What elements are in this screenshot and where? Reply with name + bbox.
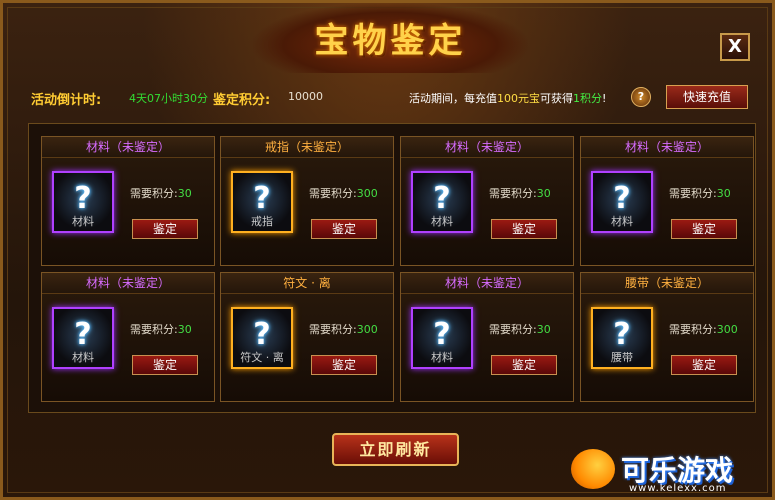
item-card: 材料（未鉴定）? 材料 需要积分:30 鉴定 (580, 136, 754, 266)
title-plate: 宝物鉴定 (253, 3, 528, 73)
required-points-label: 需要积分: (489, 323, 537, 336)
item-card: 材料（未鉴定）? 材料 需要积分:30 鉴定 (400, 136, 574, 266)
appraise-button[interactable]: 鉴定 (671, 219, 737, 239)
required-points-value: 30 (716, 187, 731, 200)
item-slot-name: 腰带 (611, 351, 633, 364)
appraise-button[interactable]: 鉴定 (311, 219, 377, 239)
required-points-value: 300 (356, 187, 378, 200)
unknown-item-icon: ? (433, 181, 451, 216)
unknown-item-icon: ? (253, 317, 271, 352)
required-points: 需要积分:30 (489, 185, 551, 201)
close-button[interactable]: X (720, 33, 750, 61)
required-points-label: 需要积分: (130, 187, 178, 200)
item-slot-name: 戒指 (251, 215, 273, 228)
item-title: 戒指（未鉴定） (221, 137, 393, 158)
item-card: 戒指（未鉴定）? 戒指 需要积分:300 鉴定 (220, 136, 394, 266)
countdown-label: 活动倒计时: (31, 93, 102, 108)
notice-points: 1积分 (573, 92, 602, 105)
item-slot[interactable]: ? 材料 (52, 307, 114, 369)
item-card: 材料（未鉴定）? 材料 需要积分:30 鉴定 (41, 136, 215, 266)
quick-recharge-button[interactable]: 快速充值 (666, 85, 748, 109)
required-points-label: 需要积分: (489, 187, 537, 200)
item-slot[interactable]: ? 戒指 (231, 171, 293, 233)
item-card: 材料（未鉴定）? 材料 需要积分:30 鉴定 (41, 272, 215, 402)
required-points-label: 需要积分: (669, 323, 717, 336)
required-points-label: 需要积分: (669, 187, 717, 200)
appraisal-window: 宝物鉴定 X 活动倒计时: 4天07小时30分 鉴定积分: 10000 活动期间… (0, 0, 775, 500)
unknown-item-icon: ? (433, 317, 451, 352)
unknown-item-icon: ? (613, 181, 631, 216)
item-title: 符文 · 离 (221, 273, 393, 294)
required-points-value: 300 (716, 323, 738, 336)
item-slot[interactable]: ? 材料 (411, 307, 473, 369)
item-title: 材料（未鉴定） (401, 273, 573, 294)
unknown-item-icon: ? (74, 181, 92, 216)
item-slot[interactable]: ? 材料 (411, 171, 473, 233)
item-slot[interactable]: ? 符文 · 离 (231, 307, 293, 369)
appraise-button[interactable]: 鉴定 (491, 355, 557, 375)
required-points-label: 需要积分: (309, 187, 357, 200)
info-bar: 活动倒计时: 4天07小时30分 鉴定积分: 10000 活动期间，每充值100… (31, 85, 751, 109)
unknown-item-icon: ? (613, 317, 631, 352)
required-points: 需要积分:300 (669, 321, 738, 337)
required-points: 需要积分:30 (130, 321, 192, 337)
item-slot-name: 材料 (431, 215, 453, 228)
refresh-now-button[interactable]: 立即刷新 (332, 433, 459, 466)
item-title: 腰带（未鉴定） (581, 273, 753, 294)
watermark-logo: 可乐游戏 www.kelexx.com (571, 447, 771, 495)
required-points: 需要积分:300 (309, 321, 378, 337)
required-points-value: 30 (177, 187, 192, 200)
item-slot-name: 材料 (72, 215, 94, 228)
recharge-notice: 活动期间，每充值100元宝可获得1积分! (409, 90, 606, 106)
required-points-value: 300 (356, 323, 378, 336)
item-slot[interactable]: ? 材料 (52, 171, 114, 233)
required-points-value: 30 (536, 323, 551, 336)
score-value: 10000 (288, 90, 323, 103)
required-points: 需要积分:30 (669, 185, 731, 201)
notice-text-a: 活动期间，每充值 (409, 92, 497, 105)
item-slot-name: 材料 (431, 351, 453, 364)
required-points: 需要积分:300 (309, 185, 378, 201)
required-points-value: 30 (177, 323, 192, 336)
appraise-button[interactable]: 鉴定 (671, 355, 737, 375)
item-title: 材料（未鉴定） (581, 137, 753, 158)
required-points-label: 需要积分: (130, 323, 178, 336)
watermark-url: www.kelexx.com (629, 483, 727, 494)
item-title: 材料（未鉴定） (42, 137, 214, 158)
item-slot-name: 符文 · 离 (240, 351, 284, 364)
appraise-button[interactable]: 鉴定 (132, 355, 198, 375)
notice-amount: 100元宝 (497, 92, 540, 105)
appraise-button[interactable]: 鉴定 (311, 355, 377, 375)
watermark-emblem-icon (571, 449, 615, 489)
unknown-item-icon: ? (74, 317, 92, 352)
required-points: 需要积分:30 (489, 321, 551, 337)
item-title: 材料（未鉴定） (401, 137, 573, 158)
item-slot-name: 材料 (72, 351, 94, 364)
required-points: 需要积分:30 (130, 185, 192, 201)
item-slot[interactable]: ? 腰带 (591, 307, 653, 369)
item-card: 腰带（未鉴定）? 腰带 需要积分:300 鉴定 (580, 272, 754, 402)
countdown-value: 4天07小时30分 (129, 92, 208, 105)
item-card: 材料（未鉴定）? 材料 需要积分:30 鉴定 (400, 272, 574, 402)
window-title: 宝物鉴定 (314, 21, 467, 61)
item-card: 符文 · 离? 符文 · 离需要积分:300 鉴定 (220, 272, 394, 402)
unknown-item-icon: ? (253, 181, 271, 216)
score-label: 鉴定积分: (213, 93, 271, 108)
notice-text-b: 可获得 (540, 92, 573, 105)
item-slot[interactable]: ? 材料 (591, 171, 653, 233)
help-icon[interactable]: ? (631, 87, 651, 107)
item-slot-name: 材料 (611, 215, 633, 228)
required-points-label: 需要积分: (309, 323, 357, 336)
appraise-button[interactable]: 鉴定 (132, 219, 198, 239)
appraise-button[interactable]: 鉴定 (491, 219, 557, 239)
item-grid: 材料（未鉴定）? 材料 需要积分:30 鉴定 戒指（未鉴定）? 戒指 需要积分:300 鉴定材… (28, 123, 756, 413)
required-points-value: 30 (536, 187, 551, 200)
item-title: 材料（未鉴定） (42, 273, 214, 294)
notice-text-c: ! (602, 92, 607, 105)
